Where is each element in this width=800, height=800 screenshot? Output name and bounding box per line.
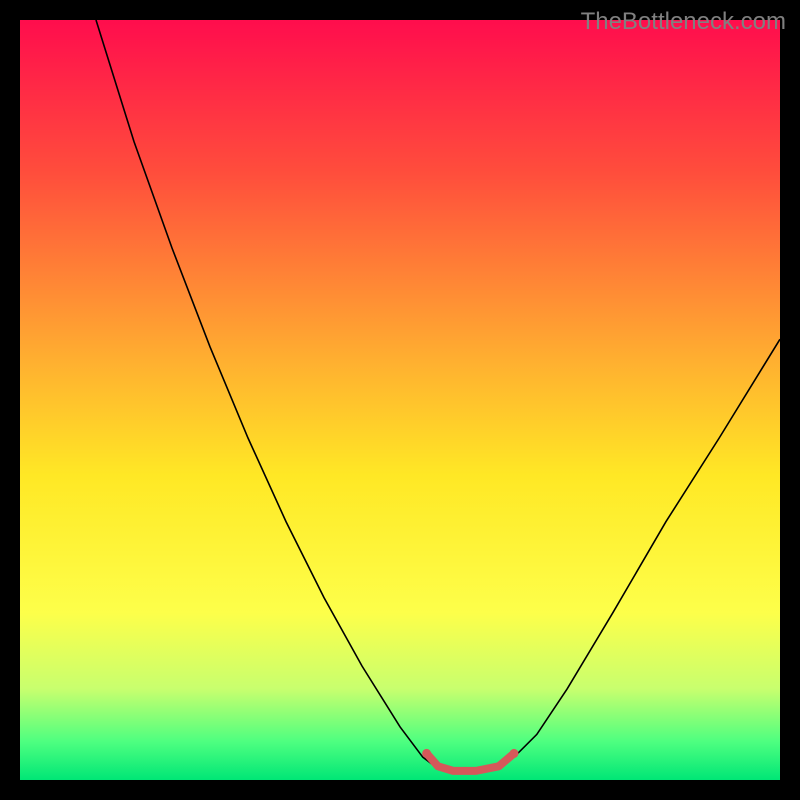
watermark-text: TheBottleneck.com [581,8,786,36]
chart-svg [20,20,780,780]
chart-plot-area [20,20,780,780]
marker-endpoint [510,749,519,758]
marker-endpoint [422,749,431,758]
chart-background [20,20,780,780]
